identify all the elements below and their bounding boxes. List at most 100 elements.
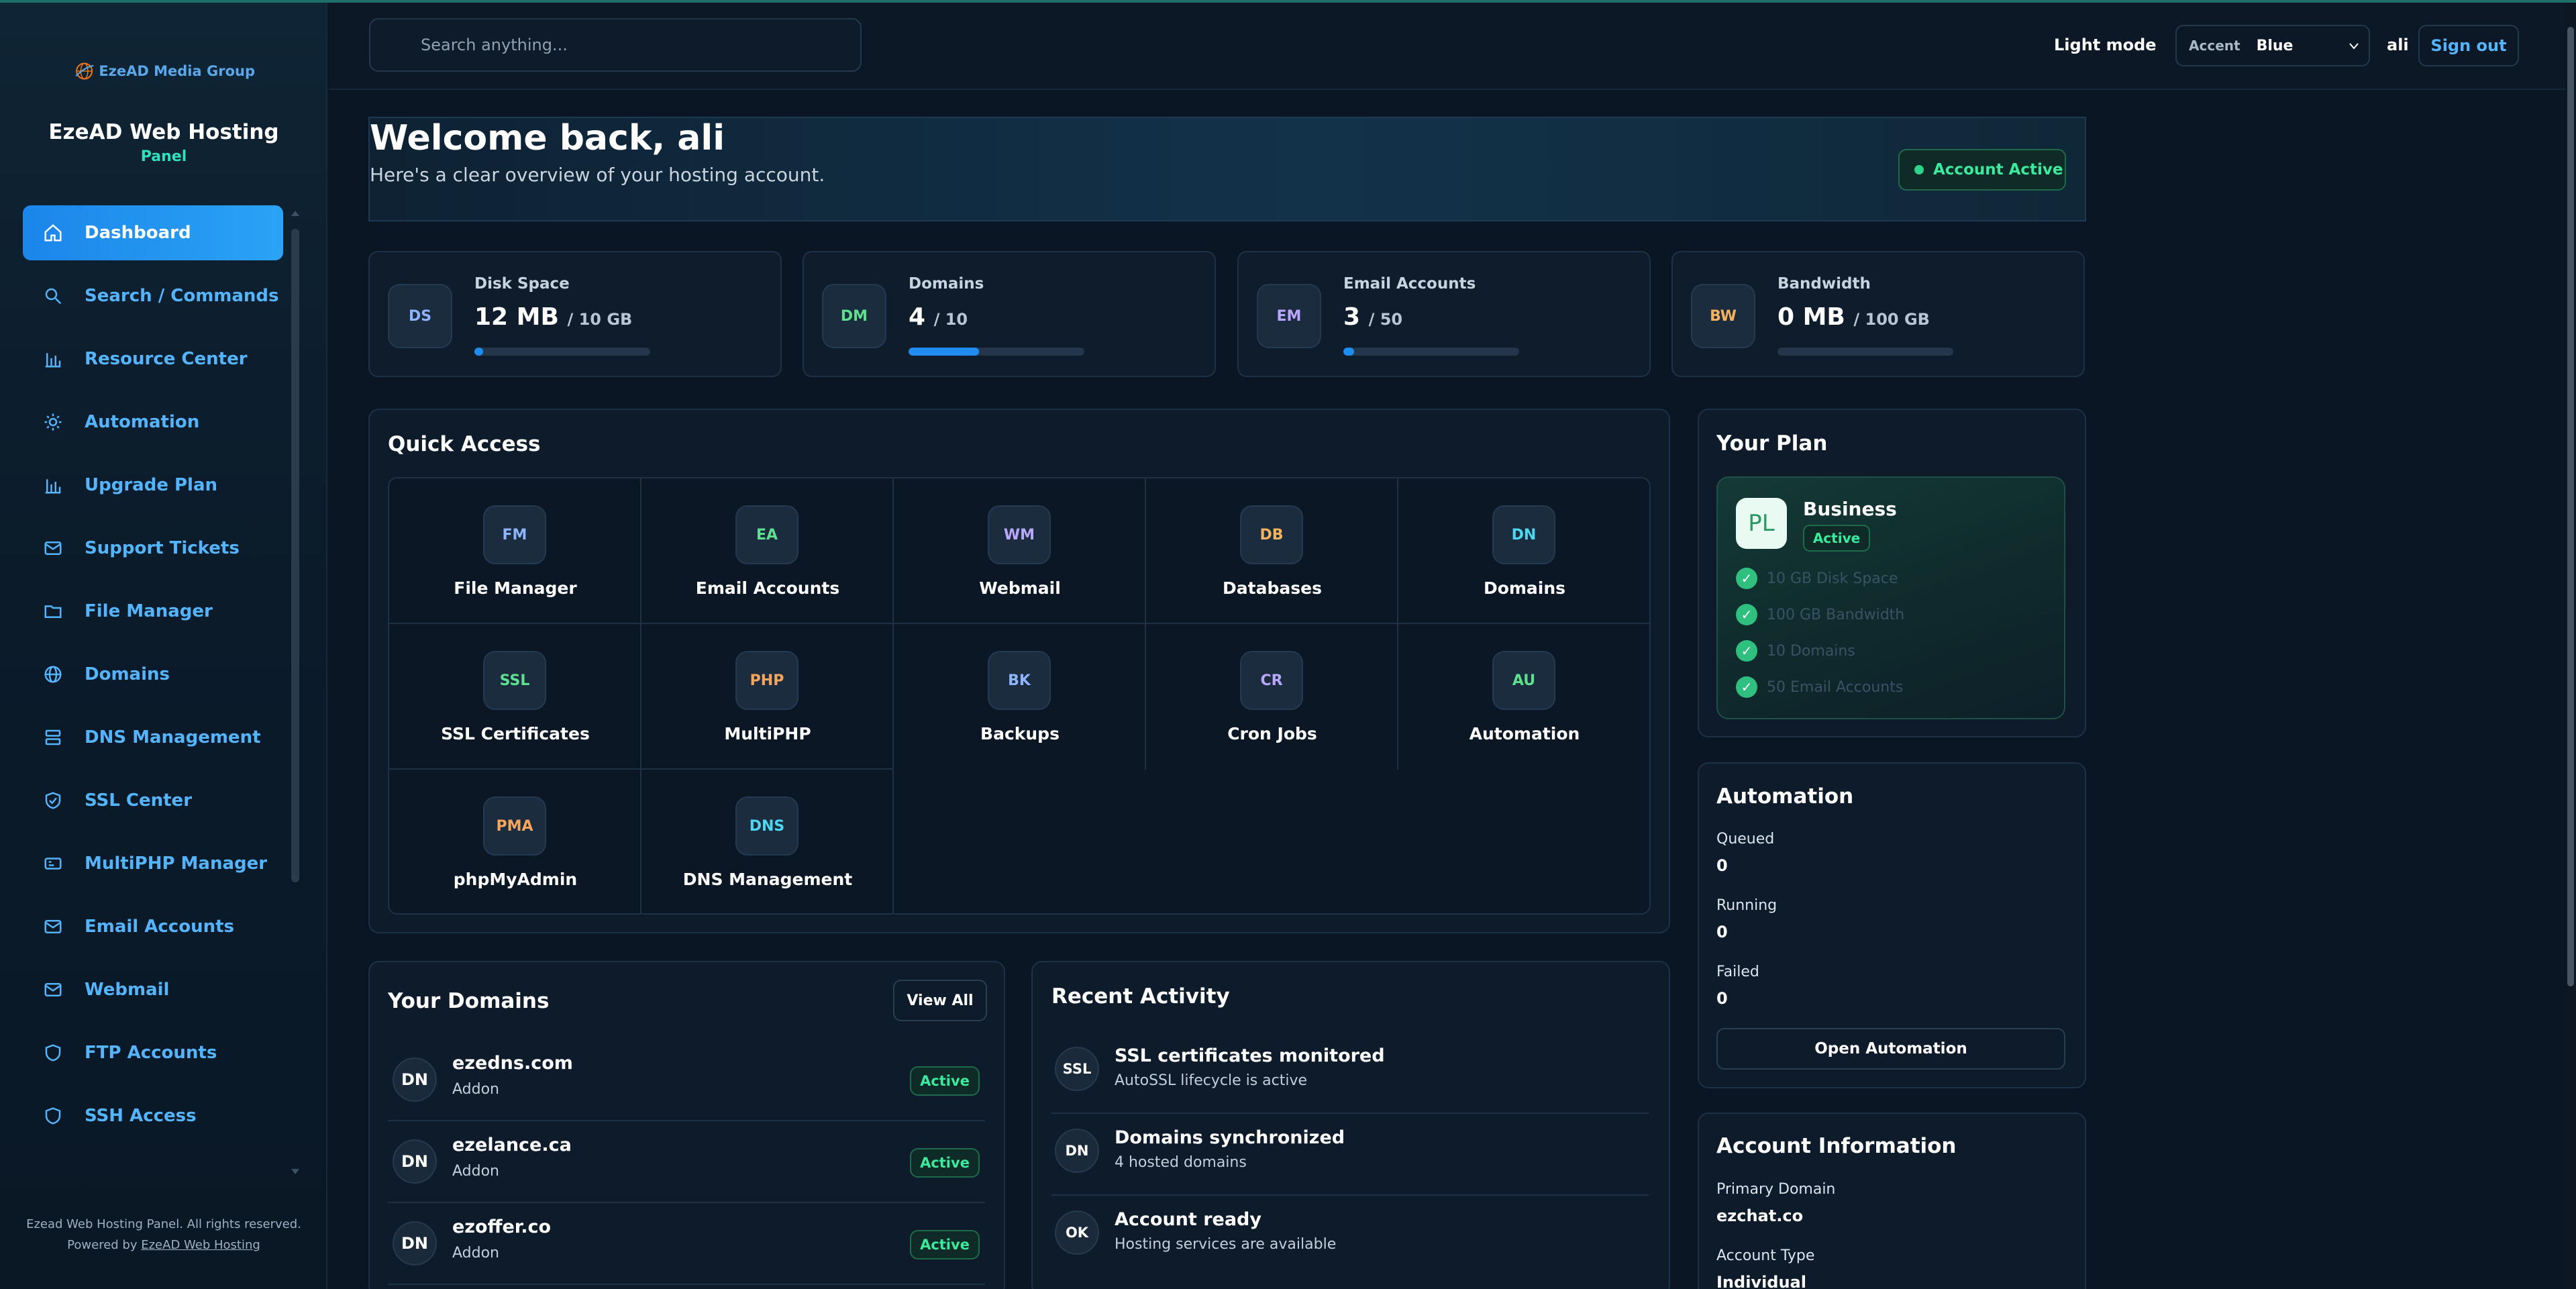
running-label: Running <box>1716 897 1778 914</box>
plan-icon: PL <box>1736 498 1787 549</box>
quick-access-phpmyadmin[interactable]: PMA phpMyAdmin <box>389 770 641 913</box>
stat-card-email-accounts: EM Email Accounts 3 / 50 <box>1237 251 1651 377</box>
status-badge: Active <box>910 1066 980 1096</box>
sidebar-item-file-manager[interactable]: File Manager <box>23 584 283 639</box>
sidebar-item-upgrade-plan[interactable]: Upgrade Plan <box>23 458 283 513</box>
quick-access-dns-management[interactable]: DNS DNS Management <box>641 770 894 913</box>
activity-row: OK Account ready Hosting services are av… <box>1051 1196 1649 1278</box>
accent-select[interactable]: Accent Blue <box>2175 25 2370 66</box>
quick-access-backups[interactable]: BK Backups <box>894 624 1146 770</box>
domain-name: ezedns.com <box>452 1053 573 1074</box>
stat-limit: / 50 <box>1368 310 1403 329</box>
activity-desc: 4 hosted domains <box>1115 1154 1247 1171</box>
activity-title: Domains synchronized <box>1115 1127 1345 1148</box>
stat-value: 12 MB / 10 GB <box>474 303 632 331</box>
qa-label: Email Accounts <box>695 578 840 598</box>
stat-title: Disk Space <box>474 275 570 293</box>
plan-status-badge: Active <box>1803 525 1870 552</box>
sidebar-item-label: Resource Center <box>85 349 248 369</box>
stat-card-disk-space: DS Disk Space 12 MB / 10 GB <box>368 251 782 377</box>
sidebar-item-automation[interactable]: Automation <box>23 395 283 450</box>
sidebar-scroll-thumb[interactable] <box>291 229 299 882</box>
qa-label: File Manager <box>454 578 577 598</box>
logo-text: EzeAD Media Group <box>99 63 255 79</box>
stat-limit: / 10 <box>933 310 968 329</box>
footer-link[interactable]: EzeAD Web Hosting <box>141 1238 260 1252</box>
sidebar-item-label: SSH Access <box>85 1106 197 1126</box>
sidebar-item-label: Webmail <box>85 980 170 1000</box>
quick-access-multiphp[interactable]: PHP MultiPHP <box>641 624 894 770</box>
accent-value: Blue <box>2256 37 2294 54</box>
quick-access-cron-jobs[interactable]: CR Cron Jobs <box>1146 624 1398 770</box>
sidebar-item-label: SSL Center <box>85 790 193 811</box>
quick-access-webmail[interactable]: WM Webmail <box>894 478 1146 624</box>
domain-row[interactable]: DN ezoffer.co Addon Active <box>388 1203 985 1285</box>
usage-bar-fill <box>1343 348 1354 356</box>
domain-type: Addon <box>452 1245 499 1261</box>
light-mode-toggle[interactable]: Light mode <box>2054 36 2157 54</box>
primary-domain-label: Primary Domain <box>1716 1181 1836 1198</box>
scroll-up-icon[interactable] <box>290 208 301 217</box>
sidebar-item-search-commands[interactable]: Search / Commands <box>23 268 283 323</box>
stat-value-number: 0 MB <box>1778 303 1845 331</box>
quick-access-title: Quick Access <box>388 432 541 456</box>
stat-card-domains: DM Domains 4 / 10 <box>803 251 1216 377</box>
activity-row: DN Domains synchronized 4 hosted domains <box>1051 1114 1649 1196</box>
sidebar-item-resource-center[interactable]: Resource Center <box>23 331 283 386</box>
sidebar-item-label: MultiPHP Manager <box>85 854 268 874</box>
page-scroll-thumb[interactable] <box>2567 27 2574 986</box>
qa-abbr: SSL <box>483 651 546 710</box>
open-automation-button[interactable]: Open Automation <box>1716 1028 2065 1070</box>
welcome-banner: Welcome back, ali Here's a clear overvie… <box>368 117 2086 221</box>
stat-title: Email Accounts <box>1343 275 1476 293</box>
domain-row[interactable]: DN ezelance.ca Addon Active <box>388 1121 985 1203</box>
qa-label: DNS Management <box>682 870 853 889</box>
sidebar-item-email-accounts[interactable]: Email Accounts <box>23 899 283 954</box>
sidebar-item-multiphp-manager[interactable]: MultiPHP Manager <box>23 836 283 891</box>
sidebar-item-domains[interactable]: Domains <box>23 647 283 702</box>
sidebar-footer: Ezead Web Hosting Panel. All rights rese… <box>0 1214 327 1255</box>
qa-label: SSL Certificates <box>441 724 590 743</box>
sidebar-item-ssl-center[interactable]: SSL Center <box>23 773 283 828</box>
quick-access-email-accounts[interactable]: EA Email Accounts <box>641 478 894 624</box>
sidebar-item-dashboard[interactable]: Dashboard <box>23 205 283 260</box>
quick-access-domains[interactable]: DN Domains <box>1398 478 1649 624</box>
search-input[interactable]: Search anything... <box>369 18 862 72</box>
sidebar-item-label: DNS Management <box>85 727 261 747</box>
sidebar-item-support-tickets[interactable]: Support Tickets <box>23 521 283 576</box>
quick-access-databases[interactable]: DB Databases <box>1146 478 1398 624</box>
usage-bar <box>1343 348 1519 356</box>
stat-abbr: EM <box>1257 284 1321 348</box>
qa-abbr: EA <box>735 505 798 564</box>
quick-access-file-manager[interactable]: FM File Manager <box>389 478 641 624</box>
stat-value-number: 3 <box>1343 303 1361 331</box>
automation-title: Automation <box>1716 784 1854 809</box>
logo[interactable]: EzeAD Media Group <box>74 51 255 91</box>
sidebar-item-webmail[interactable]: Webmail <box>23 962 283 1017</box>
activity-desc: Hosting services are available <box>1115 1236 1337 1253</box>
sidebar-item-label: Support Tickets <box>85 538 240 558</box>
domain-name: ezoffer.co <box>452 1217 552 1237</box>
scroll-down-icon[interactable] <box>290 1168 301 1177</box>
domains-title: Your Domains <box>388 989 550 1013</box>
domain-row[interactable]: DN ezedns.com Addon Active <box>388 1039 985 1121</box>
usage-bar-fill <box>909 348 979 356</box>
welcome-subtitle: Here's a clear overview of your hosting … <box>370 164 825 186</box>
stat-value: 4 / 10 <box>909 303 968 331</box>
quick-access-ssl-certificates[interactable]: SSL SSL Certificates <box>389 624 641 770</box>
domain-abbr: DN <box>393 1058 437 1102</box>
activity-title: SSL certificates monitored <box>1115 1045 1385 1066</box>
quick-access-automation[interactable]: AU Automation <box>1398 624 1649 770</box>
qa-label: Automation <box>1469 724 1580 743</box>
sidebar-item-dns-management[interactable]: DNS Management <box>23 710 283 765</box>
check-icon: ✓ <box>1736 604 1757 625</box>
sign-out-button[interactable]: Sign out <box>2418 25 2519 66</box>
sidebar-item-ssh-access[interactable]: SSH Access <box>23 1088 283 1143</box>
footer-copyright: Ezead Web Hosting Panel. All rights rese… <box>26 1217 301 1231</box>
sidebar-item-label: Search / Commands <box>85 286 279 306</box>
stat-card-bandwidth: BW Bandwidth 0 MB / 100 GB <box>1671 251 2085 377</box>
sidebar: EzeAD Media Group EzeAD Web Hosting Pane… <box>0 3 327 1289</box>
running-value: 0 <box>1716 923 1728 941</box>
view-all-domains-button[interactable]: View All <box>893 980 987 1021</box>
sidebar-item-ftp-accounts[interactable]: FTP Accounts <box>23 1025 283 1080</box>
